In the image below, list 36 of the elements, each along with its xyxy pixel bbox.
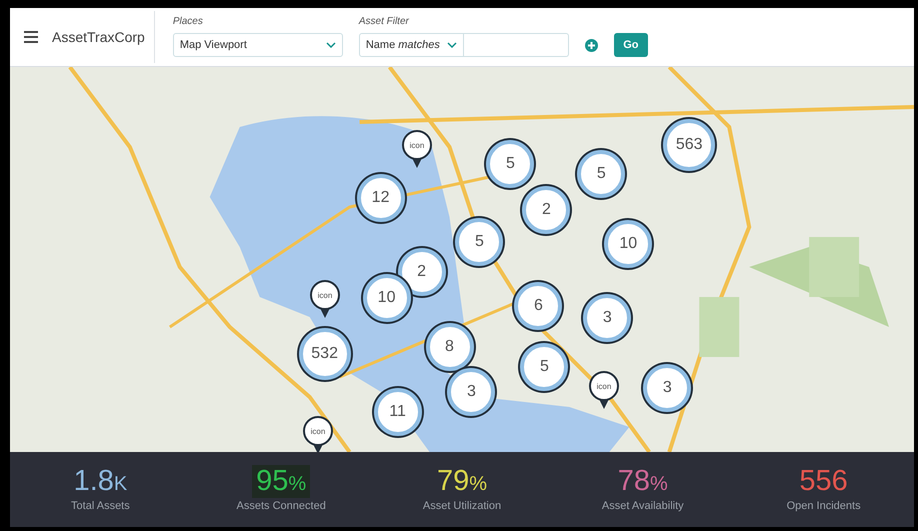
cluster-marker[interactable]: 8 <box>426 323 474 371</box>
cluster-marker[interactable]: 5 <box>486 140 534 188</box>
cluster-marker[interactable]: 5 <box>520 343 568 391</box>
menu-icon[interactable] <box>24 31 38 43</box>
chevron-icon <box>446 42 457 48</box>
stat-value: 95% <box>252 464 310 498</box>
stat-label: Assets Connected <box>236 498 326 514</box>
cluster-marker[interactable]: 6 <box>514 282 562 330</box>
field-label: Asset Filter <box>358 17 410 27</box>
map-background[interactable]: icon 563 5 5 12 2 5 10 2 icon 10 6 3 532 8 5 3 icon 3 11 icon <box>10 67 914 452</box>
app-title: AssetTraxCorp <box>52 28 145 47</box>
stat-label: Open Incidents <box>786 498 861 514</box>
field-label: Places <box>172 17 204 27</box>
cluster-marker[interactable]: 5 <box>455 218 504 266</box>
stat-label: Total Assets <box>71 498 130 514</box>
cluster-marker[interactable]: 10 <box>604 220 652 268</box>
cluster-marker[interactable]: 2 <box>522 186 570 234</box>
stat-value: 79% <box>436 464 488 498</box>
add-icon[interactable] <box>584 38 598 52</box>
cluster-marker[interactable]: 5 <box>577 150 626 198</box>
filter-dropdown[interactable]: Name matches <box>358 33 464 57</box>
go-button[interactable]: Go <box>614 33 648 57</box>
stat-value: 1.8K <box>72 464 128 498</box>
stat-value: 556 <box>798 464 849 498</box>
stat-label: Asset Availability <box>602 498 684 514</box>
places-dropdown[interactable]: Map Viewport <box>172 33 343 57</box>
cluster-marker[interactable]: 3 <box>583 294 632 342</box>
filter-input[interactable] <box>464 33 569 57</box>
cluster-marker[interactable]: 3 <box>643 364 692 412</box>
cluster-marker[interactable]: 563 <box>663 119 716 171</box>
cluster-marker[interactable]: 11 <box>374 388 422 436</box>
cluster-marker[interactable]: 532 <box>298 328 351 380</box>
chevron-icon <box>326 42 336 48</box>
stat-value: 78% <box>616 464 669 498</box>
stat-label: Asset Utilization <box>422 498 502 514</box>
cluster-marker[interactable]: 3 <box>447 368 496 416</box>
